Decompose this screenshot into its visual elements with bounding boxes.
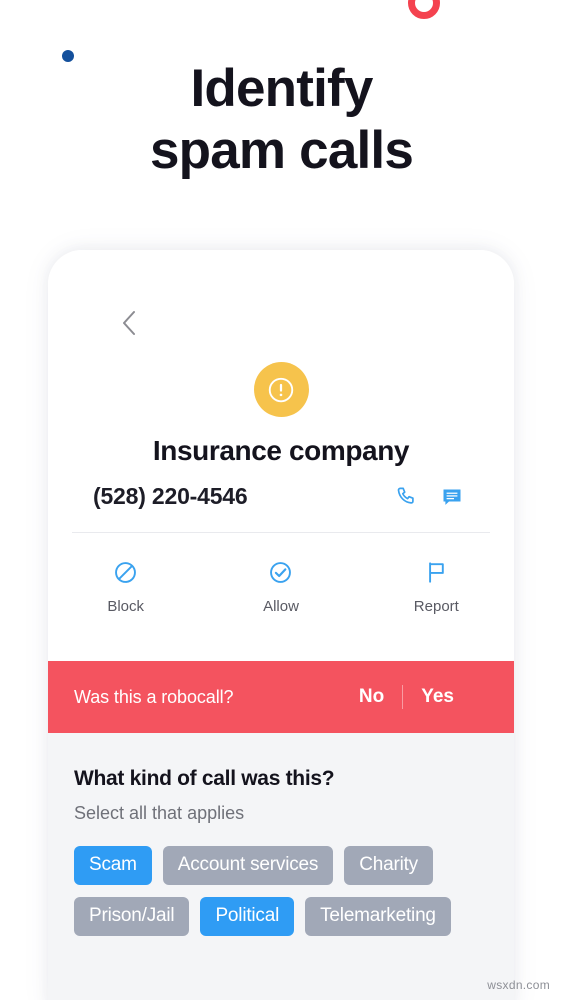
page-title: Identify spam calls xyxy=(0,58,563,182)
headline-line-2: spam calls xyxy=(149,121,414,180)
chip-account-services[interactable]: Account services xyxy=(162,846,334,885)
check-circle-icon xyxy=(203,559,358,589)
spam-warning-badge xyxy=(253,362,309,417)
section-divider xyxy=(72,532,490,533)
action-report[interactable]: Report xyxy=(359,559,514,615)
call-type-chips: Scam Account services Charity Prison/Jai… xyxy=(74,846,474,936)
back-button[interactable] xyxy=(118,308,140,338)
call-detail-panel: Insurance company (528) 220-4546 Block A… xyxy=(48,250,514,661)
call-actions: Block Allow Report xyxy=(48,559,514,615)
call-type-survey: What kind of call was this? Select all t… xyxy=(48,733,514,1000)
contact-name: Insurance company xyxy=(152,435,410,466)
message-icon[interactable] xyxy=(440,485,464,509)
watermark: wsxdn.com xyxy=(487,978,550,992)
flag-icon xyxy=(359,559,514,589)
action-allow-label: Allow xyxy=(263,598,299,615)
action-block-label: Block xyxy=(107,598,144,615)
decorative-red-ring xyxy=(408,0,440,19)
chip-political[interactable]: Political xyxy=(200,897,295,936)
robocall-yes-button[interactable]: Yes xyxy=(403,686,472,708)
robocall-no-button[interactable]: No xyxy=(341,686,402,708)
page-root: Identify spam calls Insurance company (5… xyxy=(0,0,563,1000)
phone-icon[interactable] xyxy=(394,485,418,509)
action-allow[interactable]: Allow xyxy=(203,559,358,615)
chip-scam[interactable]: Scam xyxy=(74,846,152,885)
chip-prison-jail[interactable]: Prison/Jail xyxy=(74,897,190,936)
survey-title: What kind of call was this? xyxy=(74,767,335,790)
action-report-label: Report xyxy=(413,598,459,615)
communication-icons xyxy=(394,485,490,509)
headline-line-1: Identify xyxy=(190,59,373,118)
phone-number: (528) 220-4546 xyxy=(93,483,248,509)
survey-subtitle: Select all that applies xyxy=(74,803,245,823)
chip-telemarketing[interactable]: Telemarketing xyxy=(305,897,451,936)
robocall-banner: Was this a robocall? No Yes xyxy=(48,661,514,733)
phone-screenshot-card: Insurance company (528) 220-4546 Block A… xyxy=(48,250,514,1000)
action-block[interactable]: Block xyxy=(48,559,203,615)
block-circle-icon xyxy=(48,559,203,589)
robocall-question: Was this a robocall? xyxy=(74,686,234,707)
phone-number-row: (528) 220-4546 xyxy=(48,483,514,510)
exclamation-circle-icon xyxy=(268,377,294,402)
chip-charity[interactable]: Charity xyxy=(344,846,433,885)
